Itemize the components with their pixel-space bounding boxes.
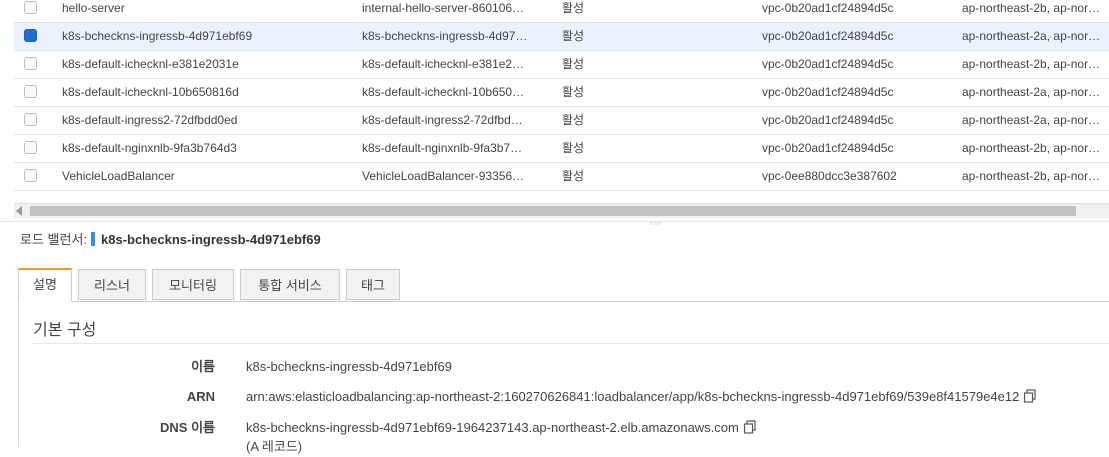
cell-state: 활성 (562, 1, 585, 15)
cell-dns: k8s-default-icheckn​l-e381e2… (362, 57, 525, 71)
cell-name: k8s-default-ingress2-72dfbdd0ed (62, 113, 238, 127)
field-arn: ARN arn:aws:elasticloadbalancing:ap-nort… (19, 387, 1109, 407)
copy-icon[interactable] (1023, 389, 1037, 403)
field-dns-record: (A 레코드) (19, 437, 1109, 457)
row-checkbox-checked[interactable] (24, 29, 37, 42)
section-title: 기본 구성 (33, 322, 97, 339)
table-row[interactable]: hello-server internal-hello-server-86010… (14, 0, 1109, 23)
field-label: ARN (186, 389, 215, 404)
cell-az: ap-northeast-2b, ap-nor… (962, 141, 1101, 155)
section-divider (33, 343, 1109, 344)
field-value: k8s-bcheckns-ingressb-4d971ebf69 (246, 359, 452, 374)
row-checkbox[interactable] (24, 113, 37, 126)
field-label: DNS 이름 (160, 420, 215, 435)
row-checkbox[interactable] (24, 1, 37, 14)
cell-dns: k8s-default-icheckn​l-10b650… (362, 85, 525, 99)
row-checkbox[interactable] (24, 85, 37, 98)
cell-state: 활성 (562, 29, 585, 43)
cell-name: VehicleLoadBalancer (62, 169, 175, 183)
field-value-wrap: k8s-bcheckns-ingressb-4d971ebf69-1964237… (246, 418, 757, 438)
tab-tags[interactable]: 태그 (346, 269, 400, 300)
field-name: 이름 k8s-bcheckns-ingressb-4d971ebf69 (19, 357, 1109, 377)
cell-state: 활성 (562, 169, 585, 183)
cell-dns: k8s-default-ingress2-72dfbd… (362, 113, 523, 127)
table-row[interactable]: VehicleLoadBalancer VehicleLoadBalancer-… (14, 163, 1109, 191)
tab-monitoring[interactable]: 모니터링 (152, 269, 234, 300)
dns-value: k8s-bcheckns-ingressb-4d971ebf69-1964237… (246, 420, 739, 435)
row-checkbox[interactable] (24, 141, 37, 154)
row-checkbox[interactable] (24, 57, 37, 70)
cell-name: k8s-default-icheckn​l-e381e2031e (62, 57, 239, 71)
scrollbar-thumb[interactable] (30, 206, 1076, 216)
detail-label: 로드 밸런서: (20, 232, 88, 247)
cell-name: hello-server (62, 1, 125, 15)
cell-vpc: vpc-0b20ad1cf24894d5c (762, 141, 894, 155)
cell-name: k8s-bcheckns-ingressb-4d971ebf69 (62, 29, 253, 43)
table-row[interactable]: k8s-default-icheckn​l-e381e2031e k8s-def… (14, 51, 1109, 79)
row-checkbox[interactable] (24, 169, 37, 182)
detail-lb-name: k8s-bcheckns-ingressb-4d971ebf69 (101, 232, 321, 247)
tab-listeners[interactable]: 리스너 (78, 269, 146, 300)
cell-dns: k8s-default-nginxnlb-9fa3b7… (362, 141, 523, 155)
copy-icon[interactable] (743, 420, 757, 434)
cell-vpc: vpc-0b20ad1cf24894d5c (762, 113, 894, 127)
cell-state: 활성 (562, 57, 585, 71)
drag-handle-icon[interactable]: ▫▫▫ (650, 220, 662, 228)
dns-record-type: (A 레코드) (246, 439, 303, 454)
cell-dns: k8s-bcheckns-ingressb-4d97… (362, 29, 528, 43)
arn-value: arn:aws:elasticloadbalancing:ap-northeas… (246, 389, 1020, 404)
cell-az: ap-northeast-2a, ap-nor… (962, 113, 1101, 127)
table-row[interactable]: k8s-default-nginxnlb-9fa3b764d3 k8s-defa… (14, 135, 1109, 163)
cell-name: k8s-default-nginxnlb-9fa3b764d3 (62, 141, 237, 155)
tab-bar: 설명 리스너 모니터링 통합 서비스 태그 (18, 268, 1109, 302)
panel-splitter[interactable]: ▫▫▫ (0, 220, 1109, 228)
detail-header: 로드 밸런서: k8s-bcheckns-ingressb-4d971ebf69 (20, 231, 321, 249)
description-panel: 기본 구성 이름 k8s-bcheckns-ingressb-4d971ebf6… (18, 302, 1109, 454)
cell-state: 활성 (562, 141, 585, 155)
cell-az: ap-northeast-2b, ap-nor… (962, 1, 1101, 15)
cell-vpc: vpc-0b20ad1cf24894d5c (762, 85, 894, 99)
cell-vpc: vpc-0b20ad1cf24894d5c (762, 57, 894, 71)
cell-dns: VehicleLoadBalancer-93356… (362, 169, 525, 183)
arrow-left-icon[interactable] (16, 206, 22, 216)
table-row[interactable]: k8s-default-ingress2-72dfbdd0ed k8s-defa… (14, 107, 1109, 135)
cell-az: ap-northeast-2b, ap-nor… (962, 57, 1101, 71)
cell-vpc: vpc-0ee880dcc3e387602 (762, 169, 897, 183)
cell-az: ap-northeast-2a, ap-nor… (962, 85, 1101, 99)
table-row[interactable]: k8s-default-icheckn​l-10b650816d k8s-def… (14, 79, 1109, 107)
cell-az: ap-northeast-2a, ap-nor… (962, 29, 1101, 43)
horizontal-scrollbar[interactable] (14, 203, 1109, 218)
field-dns-name: DNS 이름 k8s-bcheckns-ingressb-4d971ebf69-… (19, 418, 1109, 438)
cell-dns: internal-hello-server-860106… (362, 1, 525, 15)
tab-integrated-services[interactable]: 통합 서비스 (240, 269, 340, 300)
field-value-wrap: arn:aws:elasticloadbalancing:ap-northeas… (246, 387, 1037, 407)
table-row-selected[interactable]: k8s-bcheckns-ingressb-4d971ebf69 k8s-bch… (14, 23, 1109, 51)
field-label: 이름 (191, 359, 215, 374)
cell-state: 활성 (562, 85, 585, 99)
cell-vpc: vpc-0b20ad1cf24894d5c (762, 1, 894, 15)
accent-bar (91, 232, 96, 246)
cell-vpc: vpc-0b20ad1cf24894d5c (762, 29, 894, 43)
cell-state: 활성 (562, 113, 585, 127)
cell-az: ap-northeast-2b, ap-nor… (962, 169, 1101, 183)
cell-name: k8s-default-icheckn​l-10b650816d (62, 85, 239, 99)
tab-description[interactable]: 설명 (18, 268, 72, 302)
